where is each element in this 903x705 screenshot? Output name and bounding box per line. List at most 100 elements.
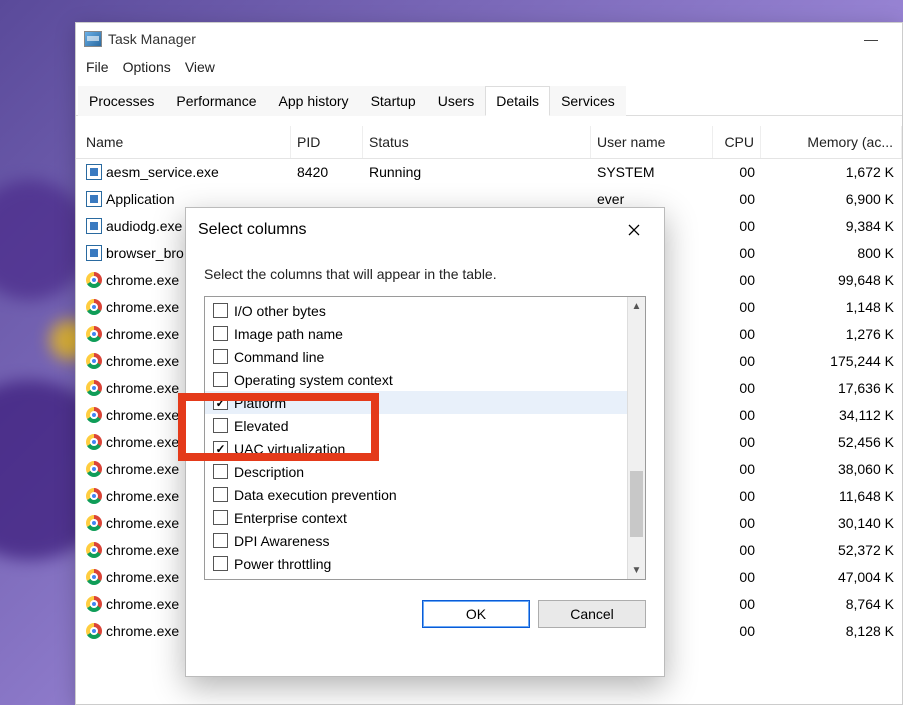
column-option[interactable]: I/O other bytes <box>205 299 627 322</box>
column-option[interactable]: Operating system context <box>205 368 627 391</box>
chrome-icon <box>86 380 102 396</box>
column-list[interactable]: I/O other bytesImage path nameCommand li… <box>205 297 627 579</box>
checkbox[interactable] <box>213 349 228 364</box>
checkbox[interactable] <box>213 487 228 502</box>
col-name[interactable]: Name <box>76 126 291 158</box>
process-cpu: 00 <box>713 488 761 504</box>
checkbox[interactable] <box>213 326 228 341</box>
column-option[interactable]: Power throttling <box>205 552 627 575</box>
app-icon <box>86 191 102 207</box>
column-option-label: Power throttling <box>234 556 331 572</box>
chrome-icon <box>86 461 102 477</box>
process-name: chrome.exe <box>106 623 179 639</box>
checkbox[interactable] <box>213 303 228 318</box>
column-option-label: Description <box>234 464 304 480</box>
dialog-buttons: OK Cancel <box>186 580 664 648</box>
process-memory: 99,648 K <box>761 272 902 288</box>
col-user[interactable]: User name <box>591 126 713 158</box>
process-cpu: 00 <box>713 623 761 639</box>
process-memory: 1,148 K <box>761 299 902 315</box>
process-name: chrome.exe <box>106 515 179 531</box>
process-memory: 34,112 K <box>761 407 902 423</box>
column-option-label: Operating system context <box>234 372 393 388</box>
table-row[interactable]: aesm_service.exe8420RunningSYSTEM001,672… <box>76 159 902 186</box>
process-status: Running <box>363 164 591 180</box>
tab-details[interactable]: Details <box>485 86 550 116</box>
process-memory: 38,060 K <box>761 461 902 477</box>
process-user: ever <box>591 191 713 207</box>
column-option[interactable]: Image path name <box>205 322 627 345</box>
tab-app-history[interactable]: App history <box>268 86 360 116</box>
checkbox[interactable] <box>213 418 228 433</box>
process-memory: 1,276 K <box>761 326 902 342</box>
process-name: chrome.exe <box>106 569 179 585</box>
column-option[interactable]: DPI Awareness <box>205 529 627 552</box>
tab-users[interactable]: Users <box>427 86 486 116</box>
tab-services[interactable]: Services <box>550 86 626 116</box>
checkbox[interactable] <box>213 510 228 525</box>
process-name: chrome.exe <box>106 326 179 342</box>
process-cpu: 00 <box>713 569 761 585</box>
dialog-close-button[interactable] <box>616 216 652 244</box>
cancel-button[interactable]: Cancel <box>538 600 646 628</box>
column-option-label: Platform <box>234 395 286 411</box>
col-pid[interactable]: PID <box>291 126 363 158</box>
process-cpu: 00 <box>713 596 761 612</box>
column-option[interactable]: Enterprise context <box>205 506 627 529</box>
app-icon <box>86 218 102 234</box>
column-option-label: Elevated <box>234 418 288 434</box>
process-cpu: 00 <box>713 353 761 369</box>
chrome-icon <box>86 542 102 558</box>
process-cpu: 00 <box>713 218 761 234</box>
dialog-titlebar[interactable]: Select columns <box>186 208 664 252</box>
menu-file[interactable]: File <box>86 59 109 75</box>
tabbar: Processes Performance App history Startu… <box>76 85 902 116</box>
process-name: chrome.exe <box>106 596 179 612</box>
process-cpu: 00 <box>713 272 761 288</box>
checkbox[interactable] <box>213 556 228 571</box>
scrollbar[interactable]: ▲ ▼ <box>627 297 645 579</box>
process-name: chrome.exe <box>106 353 179 369</box>
close-icon <box>628 224 640 236</box>
scroll-down-icon[interactable]: ▼ <box>628 561 645 579</box>
column-option[interactable]: Platform <box>205 391 627 414</box>
titlebar[interactable]: Task Manager — <box>76 23 902 55</box>
process-memory: 8,764 K <box>761 596 902 612</box>
table-header: Name PID Status User name CPU Memory (ac… <box>76 126 902 159</box>
tab-processes[interactable]: Processes <box>78 86 165 116</box>
column-option[interactable]: Command line <box>205 345 627 368</box>
col-memory[interactable]: Memory (ac... <box>761 126 902 158</box>
tab-startup[interactable]: Startup <box>360 86 427 116</box>
checkbox[interactable] <box>213 533 228 548</box>
menu-view[interactable]: View <box>185 59 215 75</box>
process-memory: 800 K <box>761 245 902 261</box>
column-option-label: Enterprise context <box>234 510 347 526</box>
process-name: audiodg.exe <box>106 218 182 234</box>
chrome-icon <box>86 623 102 639</box>
column-option[interactable]: Data execution prevention <box>205 483 627 506</box>
window-title: Task Manager <box>108 31 196 47</box>
process-name: chrome.exe <box>106 542 179 558</box>
column-option[interactable]: Elevated <box>205 414 627 437</box>
chrome-icon <box>86 515 102 531</box>
process-memory: 6,900 K <box>761 191 902 207</box>
ok-button[interactable]: OK <box>422 600 530 628</box>
col-cpu[interactable]: CPU <box>713 126 761 158</box>
column-option[interactable]: Description <box>205 460 627 483</box>
process-name: Application <box>106 191 175 207</box>
checkbox[interactable] <box>213 441 228 456</box>
column-option[interactable]: UAC virtualization <box>205 437 627 460</box>
checkbox[interactable] <box>213 395 228 410</box>
scroll-thumb[interactable] <box>630 471 643 537</box>
process-name: chrome.exe <box>106 434 179 450</box>
checkbox[interactable] <box>213 372 228 387</box>
tab-performance[interactable]: Performance <box>165 86 267 116</box>
column-list-box: I/O other bytesImage path nameCommand li… <box>204 296 646 580</box>
menu-options[interactable]: Options <box>123 59 171 75</box>
minimize-button[interactable]: — <box>848 23 894 55</box>
scroll-up-icon[interactable]: ▲ <box>628 297 645 315</box>
checkbox[interactable] <box>213 464 228 479</box>
col-status[interactable]: Status <box>363 126 591 158</box>
process-cpu: 00 <box>713 191 761 207</box>
process-memory: 52,372 K <box>761 542 902 558</box>
